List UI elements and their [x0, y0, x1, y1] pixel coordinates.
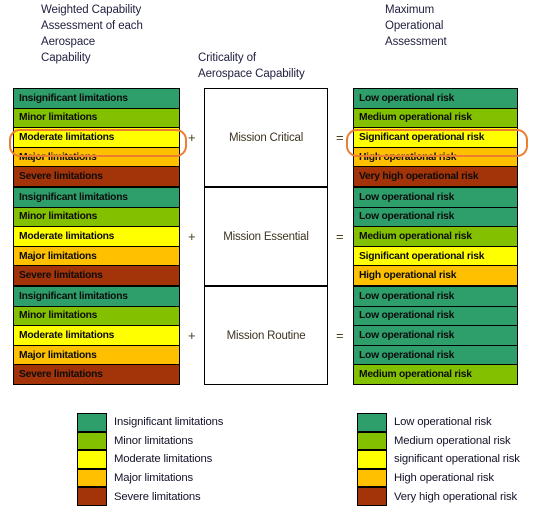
legend-label: High operational risk	[394, 472, 494, 485]
capability-stack: Insignificant limitations Minor limitatio…	[13, 187, 180, 286]
diagram-canvas: Weighted Capability Assessment of each A…	[0, 0, 539, 507]
assessment-stack: Low operational risk Low operational risk…	[353, 286, 518, 385]
risk-matrix: Insignificant limitations Minor limitatio…	[0, 88, 539, 385]
assessment-cell[interactable]: High operational risk	[354, 266, 517, 285]
assessment-cell[interactable]: Low operational risk	[354, 207, 517, 228]
legend-label: Insignificant limitations	[114, 416, 224, 429]
assessment-stack: Low operational risk Low operational risk…	[353, 187, 518, 286]
assessment-cell[interactable]: Low operational risk	[354, 306, 517, 327]
capability-cell[interactable]: Moderate limitations	[14, 326, 179, 346]
legend-row: Very high operational risk	[357, 487, 520, 506]
legend-operational-risk: Low operational risk Medium operational r…	[357, 413, 520, 506]
capability-cell[interactable]: Severe limitations	[14, 167, 179, 186]
legend-swatch	[77, 431, 107, 451]
legend-swatch	[357, 468, 387, 488]
legend-row: Major limitations	[77, 468, 223, 488]
legend-label: Very high operational risk	[394, 490, 517, 503]
criticality-box[interactable]: Mission Routine	[204, 286, 328, 385]
assessment-cell[interactable]: Medium operational risk	[354, 365, 517, 384]
legend-row: Minor limitations	[77, 431, 223, 451]
capability-cell[interactable]: Minor limitations	[14, 108, 179, 129]
legend-label: Severe limitations	[114, 490, 201, 503]
legend-swatch	[77, 468, 107, 488]
legend-row: significant operational risk	[357, 450, 520, 469]
legend-row: Moderate limitations	[77, 450, 223, 469]
legend-label: Medium operational risk	[394, 434, 511, 447]
legend-label: Major limitations	[114, 472, 194, 485]
capability-cell[interactable]: Major limitations	[14, 345, 179, 366]
assessment-stack: Low operational risk Medium operational r…	[353, 88, 518, 187]
legend-label: Moderate limitations	[114, 453, 213, 466]
legend-swatch	[357, 413, 387, 432]
legend-swatch	[357, 450, 387, 469]
capability-cell[interactable]: Severe limitations	[14, 266, 179, 285]
criticality-box[interactable]: Mission Critical	[204, 88, 328, 187]
heading-criticality-of-aerospace-capability: Criticality of Aerospace Capability	[198, 52, 305, 80]
legend-label: Minor limitations	[114, 434, 194, 447]
legend-capability-limitations: Insignificant limitations Minor limitatio…	[77, 413, 223, 506]
capability-cell[interactable]: Major limitations	[14, 147, 179, 168]
assessment-cell[interactable]: Low operational risk	[354, 345, 517, 366]
legend-label: significant operational risk	[394, 453, 520, 466]
capability-cell[interactable]: Major limitations	[14, 246, 179, 267]
assessment-cell[interactable]: Medium operational risk	[354, 108, 517, 129]
capability-stack: Insignificant limitations Minor limitatio…	[13, 88, 180, 187]
equals-operator: =	[336, 229, 344, 244]
plus-operator: +	[188, 328, 196, 343]
capability-cell[interactable]: Minor limitations	[14, 207, 179, 228]
heading-maximum-operational-assessment: Maximum Operational Assessment	[385, 4, 447, 48]
matrix-block: Insignificant limitations Minor limitatio…	[0, 88, 539, 187]
assessment-cell[interactable]: Medium operational risk	[354, 227, 517, 247]
matrix-block: Insignificant limitations Minor limitatio…	[0, 286, 539, 385]
heading-weighted-capability-assessment: Weighted Capability Assessment of each A…	[41, 4, 143, 64]
criticality-box[interactable]: Mission Essential	[204, 187, 328, 286]
assessment-cell[interactable]: Low operational risk	[354, 287, 517, 307]
legend-swatch	[77, 450, 107, 469]
matrix-block: Insignificant limitations Minor limitatio…	[0, 187, 539, 286]
plus-operator: +	[188, 130, 196, 145]
legend-row: High operational risk	[357, 468, 520, 488]
legend-row: Medium operational risk	[357, 431, 520, 451]
assessment-cell[interactable]: Low operational risk	[354, 326, 517, 346]
capability-cell[interactable]: Moderate limitations	[14, 227, 179, 247]
plus-operator: +	[188, 229, 196, 244]
capability-cell[interactable]: Insignificant limitations	[14, 188, 179, 208]
legend-swatch	[357, 431, 387, 451]
equals-operator: =	[336, 130, 344, 145]
capability-cell[interactable]: Insignificant limitations	[14, 89, 179, 109]
legend-label: Low operational risk	[394, 416, 492, 429]
assessment-cell[interactable]: Very high operational risk	[354, 167, 517, 186]
legend-row: Severe limitations	[77, 487, 223, 506]
assessment-cell[interactable]: High operational risk	[354, 147, 517, 168]
assessment-cell[interactable]: Low operational risk	[354, 89, 517, 109]
capability-cell[interactable]: Severe limitations	[14, 365, 179, 384]
assessment-cell[interactable]: Low operational risk	[354, 188, 517, 208]
equals-operator: =	[336, 328, 344, 343]
legend-row: Low operational risk	[357, 413, 520, 432]
legend-row: Insignificant limitations	[77, 413, 223, 432]
capability-stack: Insignificant limitations Minor limitatio…	[13, 286, 180, 385]
assessment-cell[interactable]: Significant operational risk	[354, 128, 517, 148]
capability-cell[interactable]: Moderate limitations	[14, 128, 179, 148]
capability-cell[interactable]: Insignificant limitations	[14, 287, 179, 307]
legend-swatch	[77, 413, 107, 432]
legend-swatch	[77, 487, 107, 506]
legend-swatch	[357, 487, 387, 506]
assessment-cell[interactable]: Significant operational risk	[354, 246, 517, 267]
capability-cell[interactable]: Minor limitations	[14, 306, 179, 327]
